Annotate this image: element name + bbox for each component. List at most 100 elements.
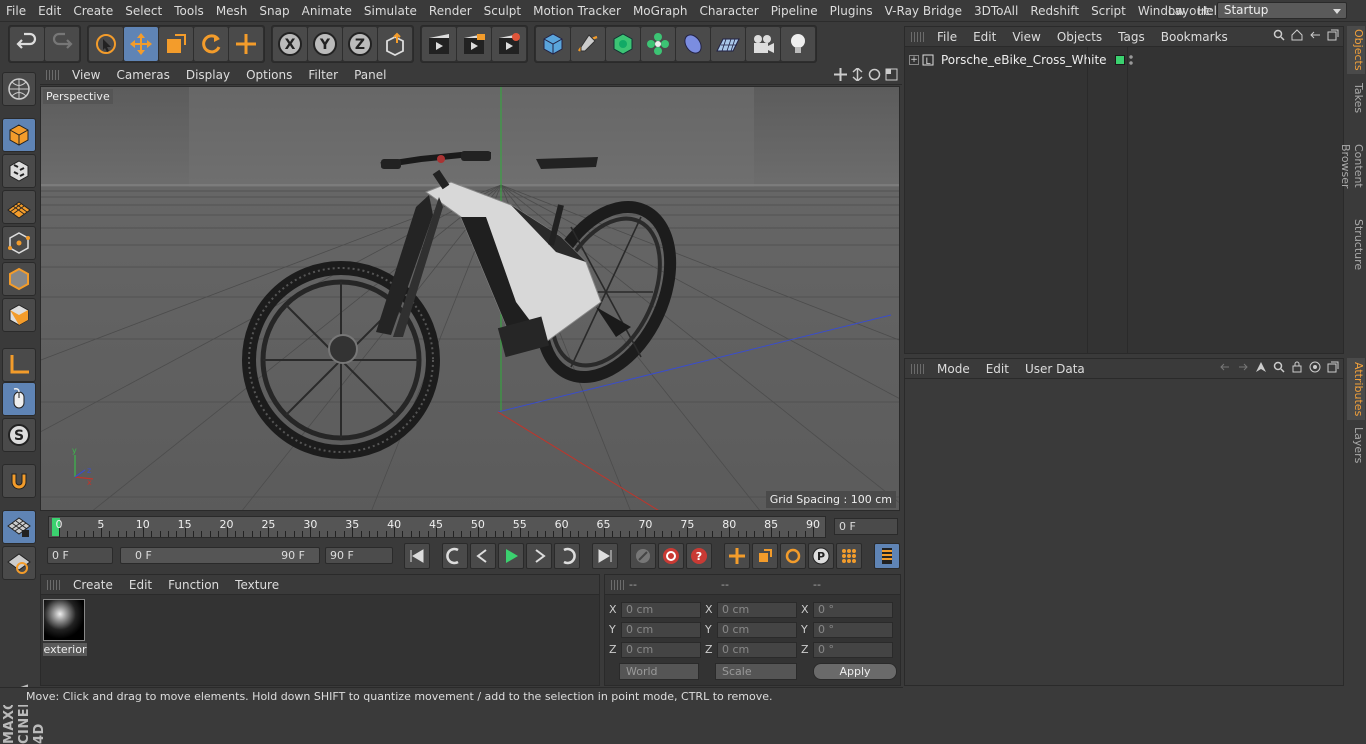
model-mode-icon[interactable] [2,118,36,152]
expand-icon[interactable]: + [909,55,919,65]
maximize-view-icon[interactable] [885,68,898,81]
pos-x-field[interactable]: 0 cm [621,601,701,618]
tab-objects[interactable]: Objects [1347,26,1365,74]
edit-render-settings-icon[interactable] [492,27,526,61]
rotate-icon[interactable] [194,27,228,61]
rot-b-field[interactable]: 0 ° [813,641,893,658]
keyframe-selection-icon[interactable]: ? [686,543,712,569]
tab-attributes[interactable]: Attributes [1347,358,1365,420]
object-menu-objects[interactable]: Objects [1049,30,1110,44]
tab-content-browser[interactable]: Content Browser [1339,122,1365,210]
dolly-icon[interactable] [851,68,864,81]
snap-magnet-icon[interactable] [2,464,36,498]
make-editable-icon[interactable] [2,72,36,106]
menu-script[interactable]: Script [1085,0,1132,22]
material-menu-texture[interactable]: Texture [227,578,287,592]
attribute-menu-edit[interactable]: Edit [978,362,1017,376]
undo-icon[interactable] [10,27,44,61]
pos-z-field[interactable]: 0 cm [621,641,701,658]
play-icon[interactable] [498,543,524,569]
y-axis-icon[interactable]: Y [308,27,342,61]
current-frame-field[interactable]: 0 F [834,518,898,535]
material-menu-create[interactable]: Create [65,578,121,592]
move-icon[interactable] [124,27,158,61]
z-axis-icon[interactable]: Z [343,27,377,61]
next-key-icon[interactable] [554,543,580,569]
preview-range-slider[interactable]: 0 F 90 F [120,547,320,564]
cube-icon[interactable] [536,27,570,61]
menu-animate[interactable]: Animate [296,0,358,22]
menu-vray-bridge[interactable]: V-Ray Bridge [879,0,968,22]
enable-axis-icon[interactable] [2,348,36,382]
material-menu-function[interactable]: Function [160,578,227,592]
object-menu-file[interactable]: File [929,30,965,44]
recent-tools-icon[interactable] [229,27,263,61]
deformer-icon[interactable] [676,27,710,61]
floor-icon[interactable] [711,27,745,61]
key-rotation-icon[interactable] [780,543,806,569]
menu-tools[interactable]: Tools [168,0,210,22]
next-frame-icon[interactable] [526,543,552,569]
menu-plugins[interactable]: Plugins [824,0,879,22]
menu-snap[interactable]: Snap [253,0,295,22]
tab-layers[interactable]: Layers [1347,424,1365,464]
viewport-menu-cameras[interactable]: Cameras [108,68,177,82]
menu-select[interactable]: Select [119,0,168,22]
coord-mode-dropdown[interactable]: World [619,663,699,680]
scale-icon[interactable] [159,27,193,61]
menu-sculpt[interactable]: Sculpt [478,0,527,22]
menu-3dtoall[interactable]: 3DToAll [968,0,1024,22]
key-parameter-icon[interactable]: P [808,543,834,569]
home-icon[interactable] [1291,29,1303,41]
key-pla-icon[interactable] [836,543,862,569]
material-menu-edit[interactable]: Edit [121,578,160,592]
menu-simulate[interactable]: Simulate [358,0,423,22]
workplane-icon[interactable] [2,190,36,224]
timeline-ruler[interactable]: 0 5 10 15 20 25 30 35 40 45 50 55 60 65 70 75 80 85 90 [48,516,826,538]
viewport-menu-options[interactable]: Options [238,68,300,82]
edges-mode-icon[interactable] [2,262,36,296]
tab-takes[interactable]: Takes [1347,80,1365,116]
orbit-icon[interactable] [868,68,881,81]
size-x-field[interactable]: 0 cm [717,601,797,618]
new-window-icon[interactable] [1327,361,1339,373]
menu-file[interactable]: File [0,0,32,22]
pen-spline-icon[interactable] [571,27,605,61]
timeline-window-icon[interactable] [874,543,900,569]
column-divider[interactable] [1087,47,1088,353]
panel-grip-icon[interactable] [611,579,625,590]
panel-grip-icon[interactable] [911,31,925,42]
menu-mograph[interactable]: MoGraph [627,0,694,22]
attribute-menu-user-data[interactable]: User Data [1017,362,1093,376]
viewport-menu-filter[interactable]: Filter [300,68,346,82]
viewport-menu-display[interactable]: Display [178,68,238,82]
rot-h-field[interactable]: 0 ° [813,601,893,618]
x-axis-icon[interactable]: X [273,27,307,61]
menu-redshift[interactable]: Redshift [1024,0,1085,22]
key-scale-icon[interactable] [752,543,778,569]
coord-scale-dropdown[interactable]: Scale [715,663,797,680]
render-picture-viewer-icon[interactable] [457,27,491,61]
polygons-mode-icon[interactable] [2,298,36,332]
back-arrow-icon[interactable] [1219,361,1231,373]
max-time-field[interactable]: 90 F [325,547,393,564]
back-icon[interactable] [1309,29,1321,41]
rot-p-field[interactable]: 0 ° [813,621,893,638]
apply-button[interactable]: Apply [813,663,897,680]
world-coordinate-icon[interactable] [378,27,412,61]
object-menu-edit[interactable]: Edit [965,30,1004,44]
prev-key-icon[interactable] [442,543,468,569]
menu-render[interactable]: Render [423,0,478,22]
menu-mesh[interactable]: Mesh [210,0,254,22]
light-icon[interactable] [781,27,815,61]
visibility-dots-icon[interactable] [1129,54,1133,66]
viewport-menu-view[interactable]: View [64,68,108,82]
object-name[interactable]: Porsche_eBike_Cross_White [941,53,1111,67]
layer-color-icon[interactable] [1115,55,1125,65]
viewport-menu-panel[interactable]: Panel [346,68,394,82]
perspective-viewport[interactable]: y x z Perspective Grid Spacing : 100 cm [40,86,900,511]
camera-icon[interactable] [746,27,780,61]
key-position-icon[interactable] [724,543,750,569]
goto-end-icon[interactable] [592,543,618,569]
pointer-icon[interactable] [1255,361,1267,373]
